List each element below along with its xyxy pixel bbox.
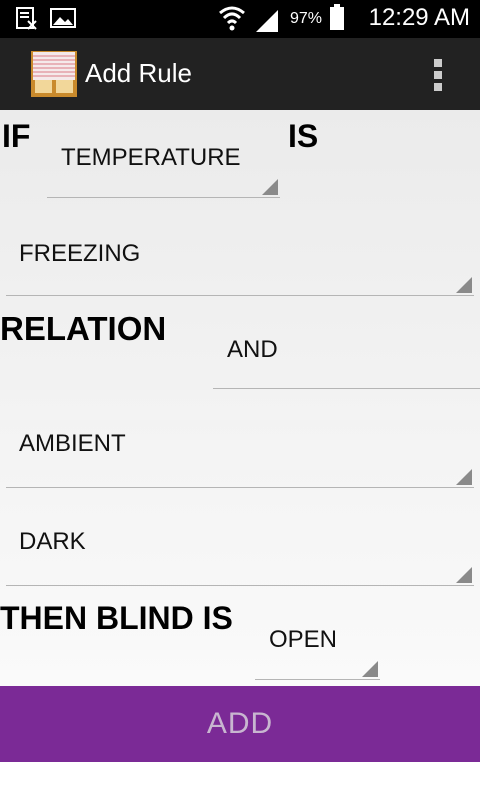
signal-icon <box>256 10 278 32</box>
notification-icon <box>16 7 37 30</box>
rule-form: IF TEMPERATURE IS FREEZING RELATION AND … <box>0 110 480 686</box>
sensor-spinner[interactable]: TEMPERATURE <box>47 128 280 198</box>
overflow-menu-icon[interactable] <box>432 58 444 92</box>
action-bar: Add Rule <box>0 38 480 110</box>
is-label: IS <box>288 118 319 154</box>
window-blind-icon[interactable] <box>30 50 78 98</box>
dropdown-arrow-icon <box>262 179 278 195</box>
dropdown-arrow-icon <box>456 469 472 485</box>
battery-icon <box>330 4 344 30</box>
condition-spinner[interactable]: FREEZING <box>6 210 474 296</box>
relation-label: RELATION <box>0 310 167 347</box>
image-icon <box>50 8 76 28</box>
clock: 12:29 AM <box>368 4 470 31</box>
second-condition-value: DARK <box>19 528 86 555</box>
relation-spinner[interactable]: AND <box>213 310 480 389</box>
second-sensor-value: AMBIENT <box>19 430 126 457</box>
then-label: THEN BLIND IS <box>0 600 233 636</box>
wifi-icon <box>219 6 245 31</box>
dropdown-arrow-icon <box>362 661 378 677</box>
action-value: OPEN <box>269 626 338 653</box>
action-spinner[interactable]: OPEN <box>255 610 380 680</box>
relation-value: AND <box>227 336 278 363</box>
dropdown-arrow-icon <box>456 567 472 583</box>
if-label: IF <box>2 118 31 154</box>
condition-value: FREEZING <box>19 240 141 267</box>
battery-percent: 97% <box>290 10 323 27</box>
status-bar: 97% 12:29 AM <box>0 0 480 38</box>
add-button[interactable]: ADD <box>0 686 480 762</box>
sensor-value: TEMPERATURE <box>61 144 241 171</box>
page-title: Add Rule <box>85 58 192 88</box>
dropdown-arrow-icon <box>456 277 472 293</box>
second-sensor-spinner[interactable]: AMBIENT <box>6 400 474 488</box>
second-condition-spinner[interactable]: DARK <box>6 500 474 586</box>
